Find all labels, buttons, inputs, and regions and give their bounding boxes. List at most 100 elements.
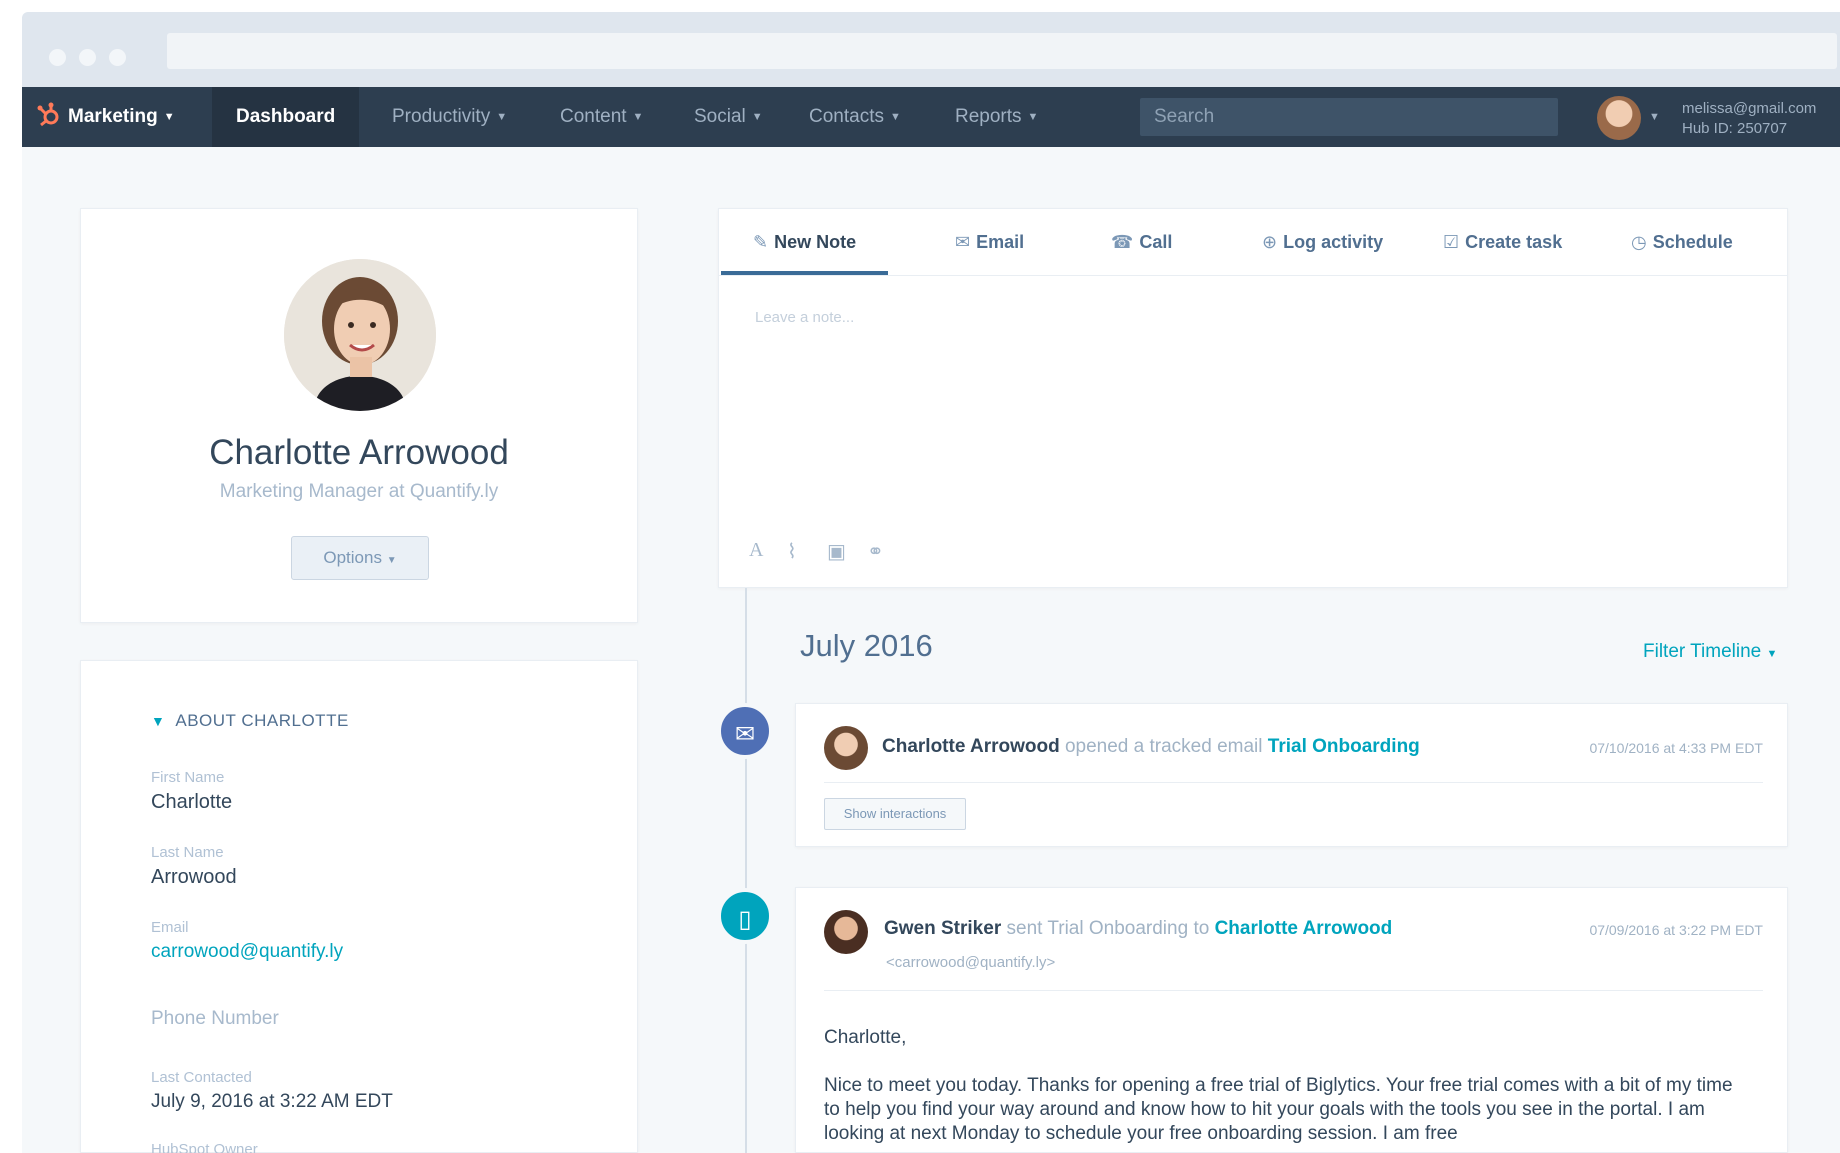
nav-label: Productivity [392, 106, 491, 127]
chevron-down-icon: ▼ [751, 111, 763, 123]
pencil-icon: ✎ [753, 232, 769, 252]
event-description: Charlotte Arrowood opened a tracked emai… [882, 736, 1420, 758]
nav-item-contacts[interactable]: Contacts ▼ [809, 87, 901, 147]
show-interactions-button[interactable]: Show interactions [824, 798, 966, 830]
hubspot-owner-label: HubSpot Owner [151, 1141, 258, 1153]
avatar [824, 726, 868, 770]
window-minimize-dot[interactable] [79, 49, 96, 66]
tab-create-task[interactable]: ☑ Create task [1443, 209, 1562, 275]
profile-card: Charlotte Arrowood Marketing Manager at … [80, 208, 638, 623]
tab-log-activity[interactable]: ⊕ Log activity [1262, 209, 1383, 275]
top-nav: Marketing ▼ Dashboard Productivity ▼ Conte… [22, 87, 1840, 147]
nav-item-reports[interactable]: Reports ▼ [955, 87, 1038, 147]
filter-timeline-dropdown[interactable]: Filter Timeline ▼ [1643, 641, 1777, 663]
account-email: melissa@gmail.com [1682, 100, 1817, 117]
nav-brand-label: Marketing [68, 106, 158, 127]
first-name-value[interactable]: Charlotte [151, 791, 232, 814]
about-section-toggle[interactable]: ▼ ABOUT CHARLOTTE [151, 711, 349, 731]
nav-item-productivity[interactable]: Productivity ▼ [392, 87, 507, 147]
tab-email[interactable]: ✉ Email [955, 209, 1024, 275]
tab-label: Create task [1465, 232, 1563, 252]
last-contacted-value: July 9, 2016 at 3:22 AM EDT [151, 1091, 393, 1112]
event-subject-link[interactable]: Trial Onboarding [1268, 736, 1420, 757]
clock-icon: ◷ [1631, 232, 1647, 252]
search-input[interactable]: Search [1140, 98, 1558, 136]
filter-label: Filter Timeline [1643, 641, 1762, 662]
chevron-down-icon: ▼ [632, 111, 644, 123]
note-textarea[interactable]: Leave a note... [755, 309, 854, 326]
chevron-down-icon: ▼ [496, 111, 508, 123]
link-icon[interactable]: ⚭ [867, 539, 884, 564]
recipient-email: <carrowood@quantify.ly> [886, 954, 1056, 971]
event-date: 07/10/2016 at 4:33 PM EDT [1589, 740, 1763, 756]
contact-title: Marketing Manager at Quantify.ly [219, 481, 499, 502]
options-button[interactable]: Options ▼ [291, 536, 429, 580]
tab-label: Log activity [1283, 232, 1384, 252]
timeline-line [745, 588, 747, 1153]
nav-item-content[interactable]: Content ▼ [560, 87, 643, 147]
timeline-event-email-sent: Gwen Striker sent Trial Onboarding to Ch… [795, 887, 1788, 1153]
event-actor[interactable]: Charlotte Arrowood [882, 736, 1060, 757]
event-actor[interactable]: Gwen Striker [884, 918, 1001, 939]
avatar [824, 910, 868, 954]
email-opened-icon: ✉ [717, 703, 773, 759]
chevron-down-icon: ▼ [889, 111, 901, 123]
nav-label: Social [694, 106, 746, 127]
tab-new-note[interactable]: ✎ New Note [721, 209, 889, 275]
chevron-down-icon[interactable]: ▼ [1649, 87, 1660, 147]
event-action: sent Trial Onboarding to [1006, 918, 1210, 939]
nav-label: Reports [955, 106, 1022, 127]
browser-chrome [22, 12, 1840, 87]
event-date: 07/09/2016 at 3:22 PM EDT [1589, 922, 1763, 938]
tab-label: Email [976, 232, 1025, 252]
address-bar[interactable] [167, 33, 1837, 69]
event-recipient-link[interactable]: Charlotte Arrowood [1215, 918, 1393, 939]
divider [824, 990, 1763, 991]
account-info[interactable]: melissa@gmail.com Hub ID: 250707 [1682, 99, 1816, 139]
window-maximize-dot[interactable] [109, 49, 126, 66]
nav-brand-marketing[interactable]: Marketing ▼ [36, 87, 175, 147]
last-name-value[interactable]: Arrowood [151, 866, 237, 889]
email-sent-icon: ▯ [717, 888, 773, 944]
phone-number-field[interactable]: Phone Number [151, 1008, 279, 1030]
plus-circle-icon: ⊕ [1262, 232, 1278, 252]
tab-schedule[interactable]: ◷ Schedule [1631, 209, 1733, 275]
first-name-label: First Name [151, 769, 225, 786]
email-greeting: Charlotte, [824, 1027, 907, 1048]
attachment-icon[interactable]: ⌇ [787, 539, 797, 564]
timeline-month: July 2016 [800, 628, 933, 663]
contact-name: Charlotte Arrowood [209, 433, 509, 472]
activity-composer: ✎ New Note ✉ Email ☎ Call ⊕ Log activity ☑ Cr… [718, 208, 1788, 588]
contact-portrait-icon [284, 259, 436, 411]
image-icon[interactable]: ▣ [827, 539, 846, 564]
nav-item-social[interactable]: Social ▼ [694, 87, 763, 147]
event-description: Gwen Striker sent Trial Onboarding to Ch… [884, 918, 1392, 940]
chevron-down-icon: ▼ [1766, 648, 1778, 660]
chevron-down-icon: ▼ [163, 111, 175, 123]
chevron-down-icon: ▼ [386, 555, 397, 566]
nav-label: Dashboard [236, 106, 336, 127]
nav-item-dashboard[interactable]: Dashboard [212, 87, 360, 147]
last-name-label: Last Name [151, 844, 224, 861]
hubspot-sprocket-icon [37, 102, 59, 127]
nav-label: Content [560, 106, 627, 127]
email-body: Nice to meet you today. Thanks for openi… [824, 1075, 1733, 1144]
nav-label: Contacts [809, 106, 884, 127]
tab-call[interactable]: ☎ Call [1111, 209, 1172, 275]
options-label: Options [323, 548, 382, 567]
last-contacted-label: Last Contacted [151, 1069, 252, 1086]
user-avatar[interactable] [1597, 96, 1641, 140]
tab-label: New Note [774, 232, 857, 252]
envelope-icon: ✉ [955, 232, 971, 252]
email-label: Email [151, 919, 189, 936]
tab-label: Schedule [1652, 232, 1733, 252]
tab-label: Call [1139, 232, 1173, 252]
hub-id: Hub ID: 250707 [1682, 120, 1788, 137]
event-action: opened a tracked email [1064, 736, 1263, 757]
about-heading: ABOUT CHARLOTTE [175, 711, 349, 730]
window-close-dot[interactable] [49, 49, 66, 66]
phone-icon: ☎ [1111, 232, 1134, 252]
email-value[interactable]: carrowood@quantify.ly [151, 941, 343, 963]
chevron-down-icon: ▼ [1027, 111, 1039, 123]
text-format-icon[interactable]: A [749, 539, 763, 562]
